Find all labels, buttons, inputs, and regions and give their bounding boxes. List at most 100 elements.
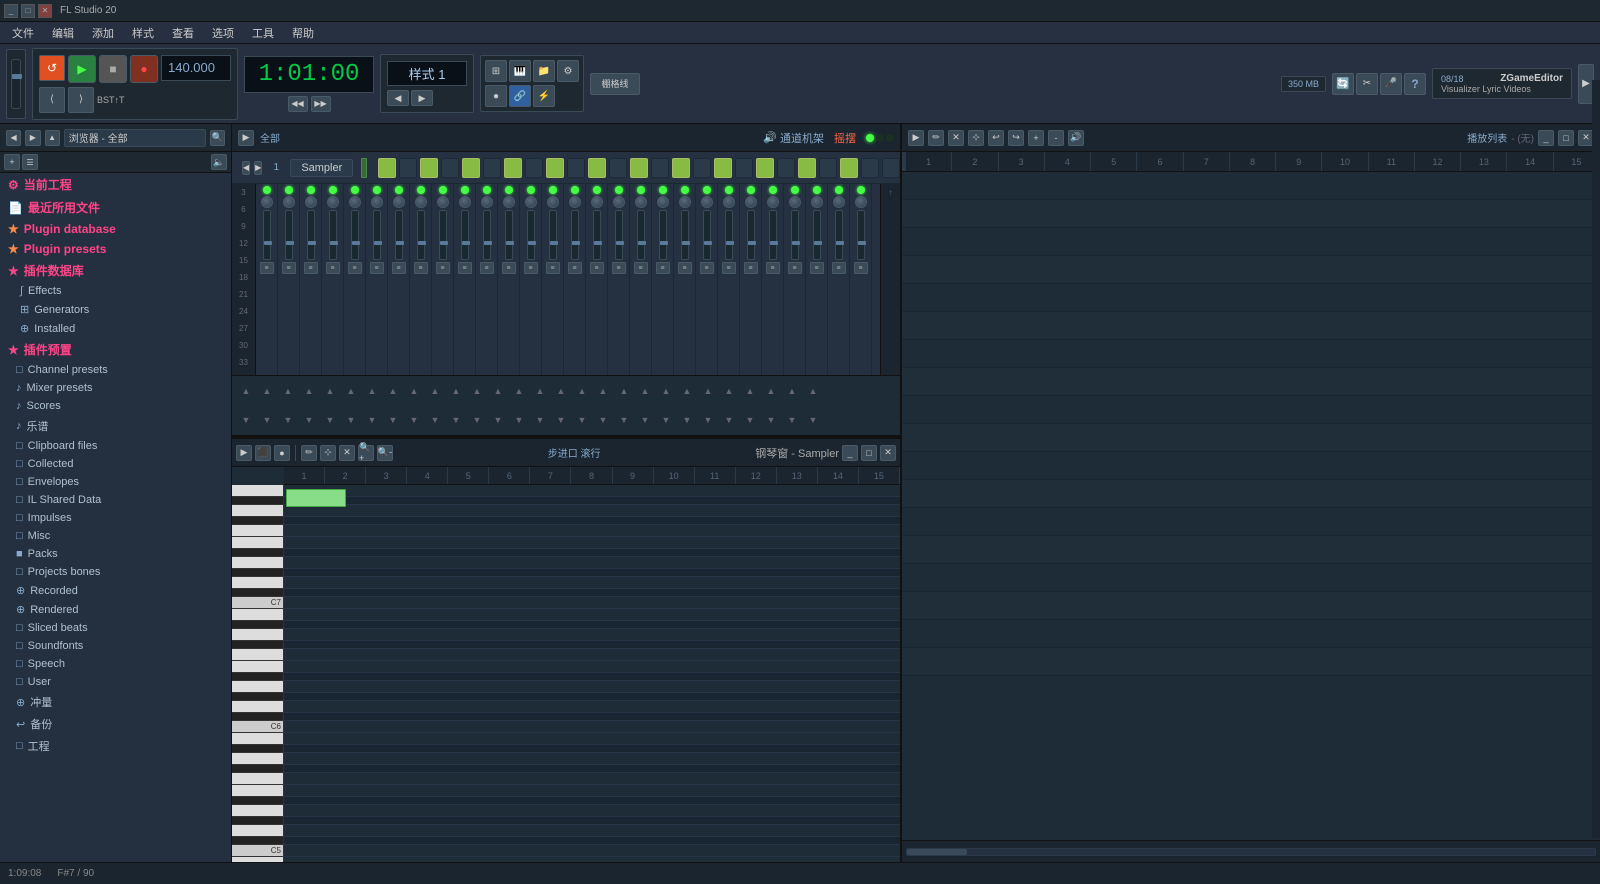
pl-maximize[interactable]: □ [1558, 130, 1574, 146]
fader-thumb-0[interactable] [264, 241, 272, 245]
sidebar-item-user[interactable]: □ User [0, 673, 231, 691]
piano-key-23[interactable]: C6 [232, 721, 283, 733]
step-button-23[interactable] [861, 158, 879, 178]
tb-btn-2[interactable]: ⟩ [68, 87, 94, 113]
strip-btn-6[interactable]: ≡ [392, 262, 406, 274]
step-button-16[interactable] [714, 158, 732, 178]
step-button-12[interactable] [630, 158, 648, 178]
arrow-up-21[interactable]: ▲ [677, 384, 697, 398]
sidebar-item-backup-cn[interactable]: ↩ 备份 [0, 713, 231, 735]
sidebar-item-scores[interactable]: ♪ Scores [0, 397, 231, 415]
step-button-5[interactable] [483, 158, 501, 178]
menu-file[interactable]: 文件 [4, 23, 42, 43]
playlist-track-row-5[interactable] [902, 312, 1600, 340]
strip-led-5[interactable] [373, 186, 381, 194]
sidebar-item-impulses[interactable]: □ Impulses [0, 509, 231, 527]
sidebar-item-plugin-database[interactable]: ★ Plugin database [0, 219, 231, 239]
strip-btn-17[interactable]: ≡ [634, 262, 648, 274]
arrow-up-2[interactable]: ▲ [278, 384, 298, 398]
playlist-track-row-4[interactable] [902, 284, 1600, 312]
step-button-10[interactable] [588, 158, 606, 178]
sidebar-item-plugin-presets[interactable]: ★ Plugin presets [0, 239, 231, 259]
sidebar-item-channel-presets[interactable]: □ Channel presets [0, 361, 231, 379]
playlist-track-row-15[interactable] [902, 592, 1600, 620]
piano-key-8[interactable] [232, 569, 283, 577]
strip-btn-19[interactable]: ≡ [678, 262, 692, 274]
fader-thumb-22[interactable] [748, 241, 756, 245]
plugin-btn[interactable]: ⚙ [557, 60, 579, 82]
cpu-btn[interactable]: ⚡ [533, 85, 555, 107]
piano-key-15[interactable] [232, 641, 283, 649]
arrow-up-10[interactable]: ▲ [446, 384, 466, 398]
step-button-2[interactable] [420, 158, 438, 178]
strip-knob-8[interactable] [437, 196, 449, 208]
arrow-up-27[interactable]: ▲ [803, 384, 823, 398]
tb-btn-1[interactable]: ⟨ [39, 87, 65, 113]
arrow-down-2[interactable]: ▼ [278, 413, 298, 427]
piano-key-13[interactable] [232, 621, 283, 629]
strip-btn-2[interactable]: ≡ [304, 262, 318, 274]
strip-led-18[interactable] [659, 186, 667, 194]
sidebar-item-speech[interactable]: □ Speech [0, 655, 231, 673]
pr-minimize-btn[interactable]: _ [842, 445, 858, 461]
arrow-down-20[interactable]: ▼ [656, 413, 676, 427]
minimize-button[interactable]: _ [4, 4, 18, 18]
maximize-button[interactable]: □ [21, 4, 35, 18]
strip-led-13[interactable] [549, 186, 557, 194]
playlist-hscroll[interactable] [906, 848, 1596, 856]
step-button-18[interactable] [756, 158, 774, 178]
sidebar-back[interactable]: ◀ [6, 130, 21, 146]
fader-thumb-1[interactable] [286, 241, 294, 245]
piano-key-24[interactable] [232, 733, 283, 745]
playlist-track-row-16[interactable] [902, 620, 1600, 648]
sidebar-item-il-shared-data[interactable]: □ IL Shared Data [0, 491, 231, 509]
sidebar-item-clipboard[interactable]: □ Clipboard files [0, 437, 231, 455]
playlist-track-row-10[interactable] [902, 452, 1600, 480]
arrow-down-24[interactable]: ▼ [740, 413, 760, 427]
arrow-down-17[interactable]: ▼ [593, 413, 613, 427]
browser-btn[interactable]: 📁 [533, 60, 555, 82]
playlist-track-row-8[interactable] [902, 396, 1600, 424]
playlist-track-row-2[interactable] [902, 228, 1600, 256]
fader-thumb-9[interactable] [462, 241, 470, 245]
piano-key-25[interactable] [232, 745, 283, 753]
strip-led-1[interactable] [285, 186, 293, 194]
arrow-down-13[interactable]: ▼ [509, 413, 529, 427]
pr-zoom-in-btn[interactable]: 🔍+ [358, 445, 374, 461]
piano-key-33[interactable] [232, 825, 283, 837]
piano-key-18[interactable] [232, 673, 283, 681]
pr-select-btn[interactable]: ⊹ [320, 445, 336, 461]
piano-key-19[interactable] [232, 681, 283, 693]
strip-knob-10[interactable] [481, 196, 493, 208]
pl-erase[interactable]: ✕ [948, 130, 964, 146]
sidebar-item-installed[interactable]: ⊕ Installed [0, 319, 231, 338]
arrow-down-11[interactable]: ▼ [467, 413, 487, 427]
arrow-up-5[interactable]: ▲ [341, 384, 361, 398]
sidebar-search-input[interactable] [64, 129, 206, 147]
step-button-21[interactable] [819, 158, 837, 178]
strip-knob-20[interactable] [701, 196, 713, 208]
strip-btn-0[interactable]: ≡ [260, 262, 274, 274]
arrow-down-0[interactable]: ▼ [236, 413, 256, 427]
arrow-up-12[interactable]: ▲ [488, 384, 508, 398]
piano-key-10[interactable] [232, 589, 283, 597]
step-button-19[interactable] [777, 158, 795, 178]
sidebar-item-project-cn[interactable]: □ 工程 [0, 735, 231, 757]
pl-minimize[interactable]: _ [1538, 130, 1554, 146]
cpu-monitor[interactable]: 🔄 [1332, 73, 1354, 95]
sidebar-item-sliced-beats[interactable]: □ Sliced beats [0, 619, 231, 637]
arrow-down-25[interactable]: ▼ [761, 413, 781, 427]
menu-edit[interactable]: 编辑 [44, 23, 82, 43]
menu-tools[interactable]: 工具 [244, 23, 282, 43]
sidebar-item-packs[interactable]: ■ Packs [0, 545, 231, 563]
strip-led-25[interactable] [813, 186, 821, 194]
playlist-tracks[interactable] [902, 172, 1600, 840]
strip-btn-26[interactable]: ≡ [832, 262, 846, 274]
hscroll-thumb[interactable] [907, 849, 967, 855]
sidebar-item-projects-bones[interactable]: □ Projects bones [0, 563, 231, 581]
fader-thumb-16[interactable] [616, 241, 624, 245]
fader-thumb-14[interactable] [572, 241, 580, 245]
sidebar-item-rendered[interactable]: ⊕ Rendered [0, 600, 231, 619]
arrow-up-15[interactable]: ▲ [551, 384, 571, 398]
note-grid[interactable] [284, 485, 900, 862]
